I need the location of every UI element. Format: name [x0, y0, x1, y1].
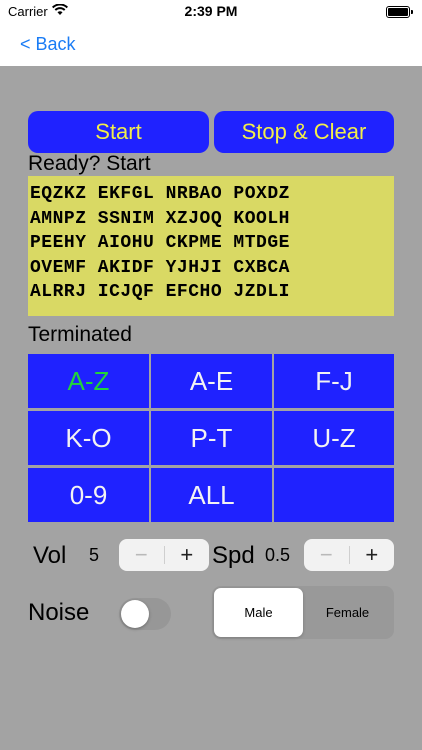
status-time: 2:39 PM [184, 3, 238, 19]
group-button-u-z[interactable]: U-Z [274, 411, 394, 465]
speed-decrease-button[interactable]: − [304, 539, 349, 571]
letter-row: EQZKZ EKFGL NRBAO POXDZ [30, 184, 290, 204]
group-button-empty[interactable] [274, 468, 394, 522]
letter-row: OVEMF AKIDF YJHJI CXBCA [30, 257, 290, 278]
status-text: Ready? Start [28, 152, 151, 175]
group-button-a-e[interactable]: A-E [151, 354, 272, 408]
letter-row: PEEHY AIOHU CKPME MTDGE [30, 233, 290, 253]
back-button[interactable]: < Back [20, 34, 76, 55]
main-content: Start Stop & Clear Ready? Start EQZKZ EK… [0, 66, 422, 750]
group-button-k-o[interactable]: K-O [28, 411, 149, 465]
volume-speed-row: Vol 5 − + Spd 0.5 − + [0, 538, 422, 572]
start-button[interactable]: Start [28, 111, 209, 153]
volume-stepper: − + [119, 539, 209, 571]
noise-voice-row: Noise Male Female [0, 586, 422, 640]
group-button-f-j[interactable]: F-J [274, 354, 394, 408]
voice-segmented-control: Male Female [212, 586, 394, 639]
letter-row: AMNPZ SSNIM XZJOQ KOOLH [30, 208, 290, 229]
navigation-bar: < Back [0, 24, 422, 66]
noise-label: Noise [28, 599, 90, 626]
volume-label: Vol [33, 542, 67, 569]
voice-option-female[interactable]: Female [303, 588, 392, 637]
speed-value: 0.5 [265, 545, 291, 565]
volume-value: 5 [89, 545, 100, 565]
letter-groups-display: EQZKZ EKFGL NRBAO POXDZ AMNPZ SSNIM XZJO… [28, 176, 394, 316]
letter-row: ALRRJ ICJQF EFCHO JZDLI [30, 282, 290, 302]
voice-option-male[interactable]: Male [214, 588, 303, 637]
battery-icon [386, 6, 413, 18]
speed-increase-button[interactable]: + [350, 539, 395, 571]
toggle-knob [121, 600, 149, 628]
character-group-grid: A-Z A-E F-J K-O P-T U-Z 0-9 ALL [28, 354, 394, 522]
noise-toggle[interactable] [119, 598, 171, 630]
group-button-all[interactable]: ALL [151, 468, 272, 522]
group-button-a-z[interactable]: A-Z [28, 354, 149, 408]
volume-increase-button[interactable]: + [165, 539, 210, 571]
volume-decrease-button[interactable]: − [119, 539, 164, 571]
speed-label: Spd [212, 542, 255, 569]
group-button-p-t[interactable]: P-T [151, 411, 272, 465]
speed-stepper: − + [304, 539, 394, 571]
stop-clear-button[interactable]: Stop & Clear [214, 111, 394, 153]
terminated-label: Terminated [28, 323, 132, 346]
group-button-0-9[interactable]: 0-9 [28, 468, 149, 522]
status-bar: Carrier 2:39 PM [0, 0, 422, 24]
